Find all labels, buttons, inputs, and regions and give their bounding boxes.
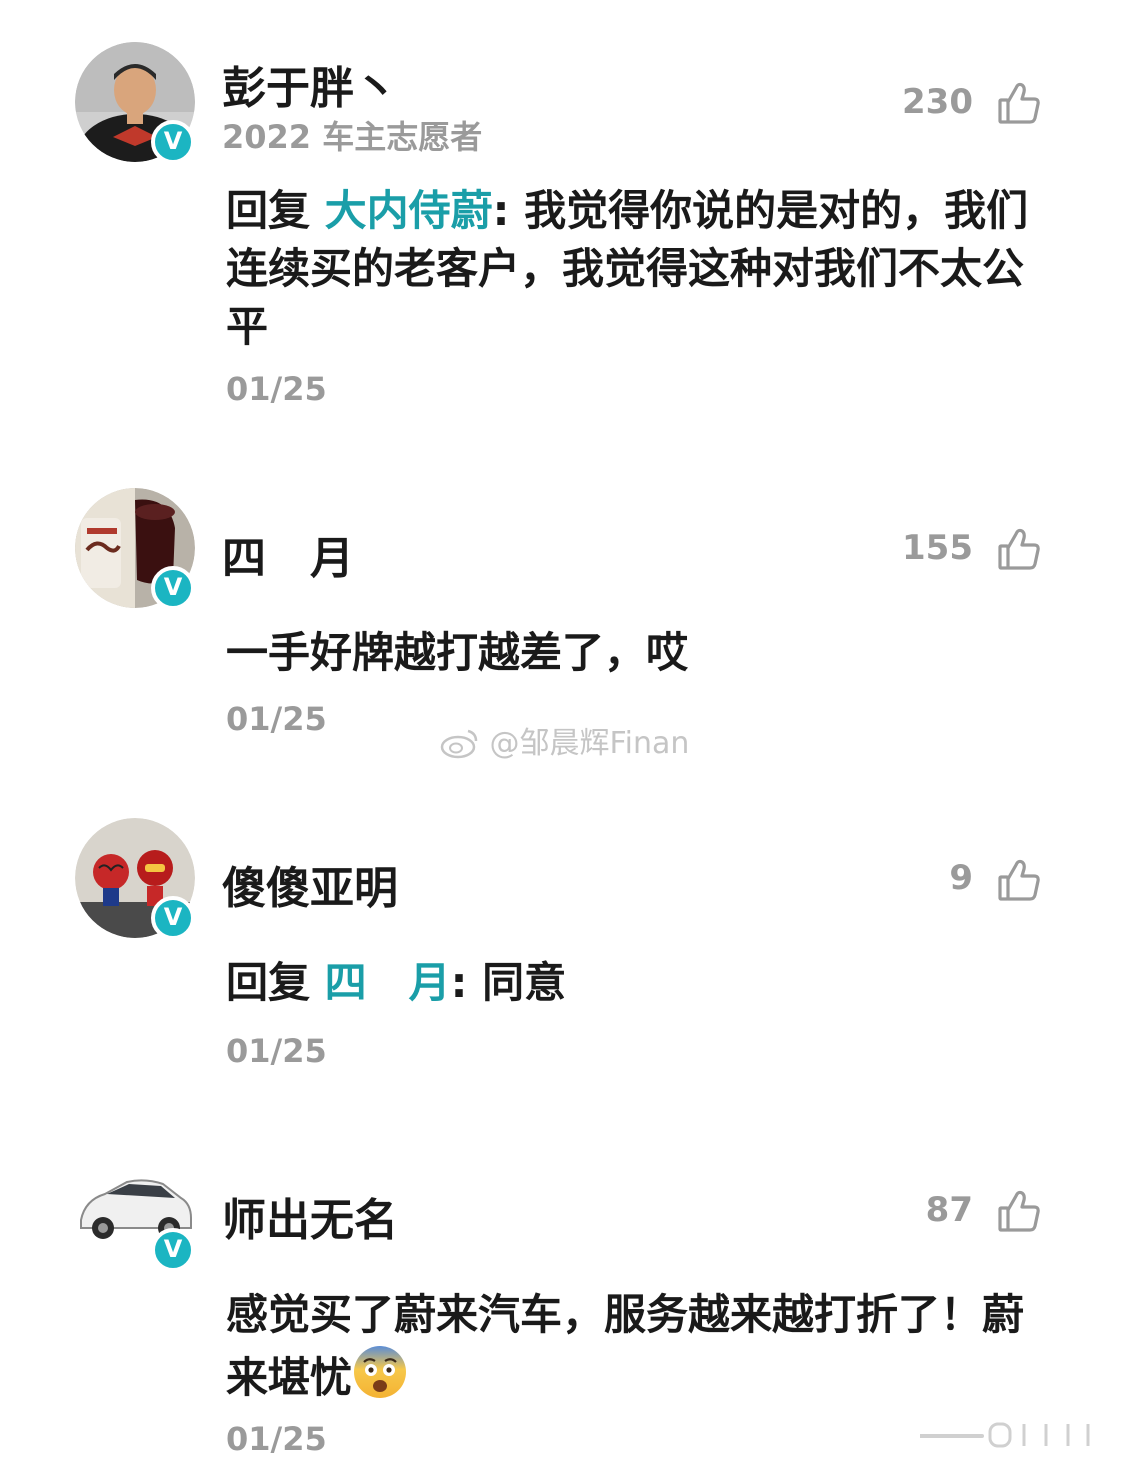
like-count: 87 (925, 1190, 973, 1230)
comment-text: 回复 大内侍蔚: 我觉得你说的是对的，我们连续买的老客户，我觉得这种对我们不太公… (226, 182, 1036, 356)
fearful-face-emoji (354, 1346, 407, 1398)
username[interactable]: 傻傻亚明 (222, 852, 398, 916)
avatar[interactable]: V (75, 488, 195, 610)
mention-link[interactable]: 大内侍蔚 (325, 186, 493, 235)
comment-body: 感觉买了蔚来汽车，服务越来越打折了！蔚来堪忧 (226, 1290, 1025, 1402)
scroll-indicator (918, 1420, 1100, 1454)
like-count: 230 (902, 82, 973, 122)
watermark-text: @邹晨辉Finan (489, 726, 690, 761)
verified-badge-icon: V (151, 896, 195, 940)
username[interactable]: 彭于胖丶 (222, 52, 398, 116)
verified-badge-icon: V (151, 566, 195, 610)
verified-badge-icon: V (151, 120, 195, 164)
watermark: @邹晨辉Finan (440, 718, 689, 762)
avatar[interactable]: V (75, 42, 195, 164)
user-subtitle: 2022 车主志愿者 (222, 118, 483, 156)
username[interactable]: 师出无名 (222, 1184, 398, 1248)
thumbs-up-icon[interactable] (996, 857, 1042, 903)
thumbs-up-icon[interactable] (996, 80, 1042, 126)
comment-date: 01/25 (226, 1032, 327, 1070)
username[interactable]: 四 月 (222, 522, 354, 586)
thumbs-up-icon[interactable] (996, 1188, 1042, 1234)
comment-date: 01/25 (226, 370, 327, 408)
comment-date: 01/25 (226, 1420, 327, 1458)
mention-link[interactable]: 四 月 (325, 958, 451, 1007)
comment-text: 回复 四 月: 同意 (226, 954, 1036, 1012)
avatar[interactable]: V (75, 818, 195, 940)
comment-date: 01/25 (226, 700, 327, 738)
comment-text: 感觉买了蔚来汽车，服务越来越打折了！蔚来堪忧 (226, 1286, 1036, 1407)
comment-text: 一手好牌越打越差了，哎 (226, 624, 1036, 682)
reply-prefix: 回复 (226, 958, 325, 1007)
avatar[interactable]: V (75, 1150, 195, 1272)
reply-prefix: 回复 (226, 186, 325, 235)
like-count: 155 (902, 528, 973, 568)
comment-body: 同意 (482, 958, 567, 1007)
weibo-logo-icon (440, 729, 478, 759)
comment-body: 一手好牌越打越差了，哎 (226, 628, 689, 677)
reply-separator: : (492, 186, 525, 235)
like-count: 9 (949, 858, 973, 898)
reply-separator: : (450, 958, 483, 1007)
verified-badge-icon: V (151, 1228, 195, 1272)
thumbs-up-icon[interactable] (996, 526, 1042, 572)
